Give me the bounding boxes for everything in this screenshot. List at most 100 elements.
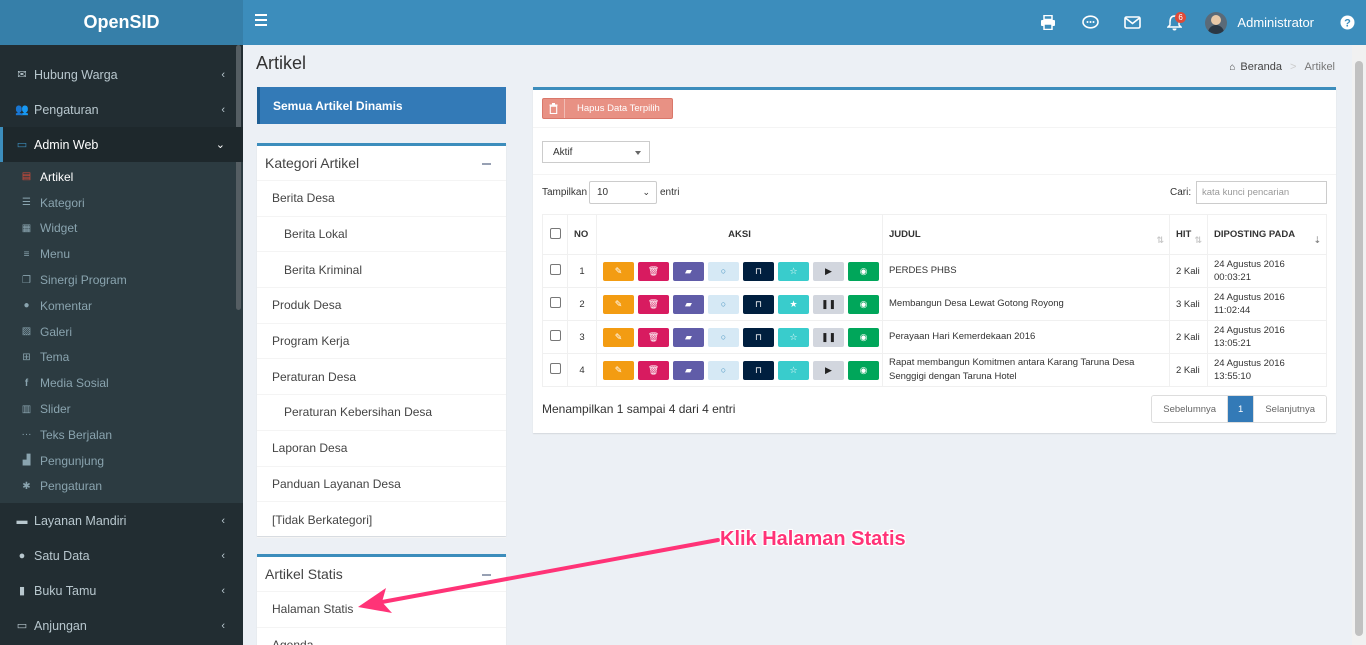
chat-icon[interactable] (1069, 0, 1111, 45)
sidebar-subitem-slider[interactable]: ▥ Slider (0, 396, 243, 422)
toggle-slide-button[interactable]: ▶ (813, 261, 844, 281)
sidebar-toggle-icon[interactable] (255, 14, 267, 26)
sidebar-item-satu-data[interactable]: ● Satu Data ‹ (0, 538, 243, 573)
list-item-kategori[interactable]: Program Kerja (257, 324, 506, 360)
notification-bell[interactable]: 6 (1153, 0, 1195, 45)
status-filter-select[interactable]: Aktif (542, 141, 650, 163)
row-title: Membangun Desa Lewat Gotong Royong (882, 287, 1170, 321)
featured-button[interactable]: ☆ (778, 261, 809, 281)
sidebar-subitem-komentar[interactable]: ● Komentar (0, 293, 243, 319)
list-item-kategori[interactable]: Berita Lokal (257, 217, 506, 253)
sidebar-item-hubung-warga[interactable]: ✉ Hubung Warga ‹ (0, 57, 243, 92)
delete-button[interactable]: 🗑 (638, 261, 669, 281)
sidebar-item-label: Artikel (40, 169, 74, 184)
column-header-hit[interactable]: HIT ⇅ (1169, 214, 1208, 255)
sidebar-item-admin-web[interactable]: ▭ Admin Web ⌄ (0, 127, 243, 162)
sidebar-item-anjungan[interactable]: ▭ Anjungan ‹ (0, 608, 243, 643)
toggle-slide-button[interactable]: ▶ (813, 360, 844, 380)
delete-selected-button[interactable]: Hapus Data Terpilih (542, 98, 673, 119)
sidebar-item-layanan-mandiri[interactable]: ▬ Layanan Mandiri ‹ (0, 503, 243, 538)
list-item-kategori[interactable]: Berita Kriminal (257, 252, 506, 289)
delete-button[interactable]: 🗑 (638, 294, 669, 314)
row-checkbox[interactable] (550, 363, 561, 374)
list-item-kategori[interactable]: Peraturan Desa (257, 359, 506, 396)
delete-button[interactable]: 🗑 (638, 327, 669, 347)
edit-button[interactable]: ✎ (603, 261, 634, 281)
row-checkbox[interactable] (550, 297, 561, 308)
featured-button[interactable]: ☆ (778, 327, 809, 347)
app-logo[interactable]: OpenSID (0, 0, 243, 45)
featured-button[interactable]: ☆ (778, 360, 809, 380)
sidebar-subitem-galeri[interactable]: ▨ Galeri (0, 319, 243, 345)
monitor-icon: ▭ (16, 620, 28, 633)
sidebar-subitem-sinergi-program[interactable]: ❐ Sinergi Program (0, 267, 243, 293)
sidebar-subitem-menu[interactable]: ≡ Menu (0, 241, 243, 267)
list-item-agenda[interactable]: Agenda (257, 628, 506, 645)
list-item-kategori[interactable]: Panduan Layanan Desa (257, 467, 506, 503)
sidebar-subitem-kategori[interactable]: ☰ Kategori (0, 190, 243, 216)
row-checkbox[interactable] (550, 330, 561, 341)
all-dynamic-articles-button[interactable]: Semua Artikel Dinamis (257, 87, 506, 124)
list-item-kategori[interactable]: Peraturan Kebersihan Desa (257, 395, 506, 431)
toggle-slide-button[interactable]: ❚❚ (813, 294, 844, 314)
sidebar-subitem-tema[interactable]: ⊞ Tema (0, 345, 243, 371)
user-menu[interactable]: Administrator (1195, 0, 1328, 45)
view-button[interactable]: ◉ (848, 261, 879, 281)
list-item-kategori[interactable]: Produk Desa (257, 288, 506, 324)
pagination-page-1[interactable]: 1 (1228, 396, 1254, 422)
lock-button[interactable]: ⊓ (743, 294, 774, 314)
edit-button[interactable]: ✎ (603, 327, 634, 347)
comment-button[interactable]: ○ (708, 360, 739, 380)
sidebar-subitem-widget[interactable]: ▦ Widget (0, 216, 243, 242)
collapse-icon[interactable] (482, 163, 491, 165)
sidebar-subitem-artikel[interactable]: ▤ Artikel (0, 164, 243, 190)
select-all-checkbox[interactable] (550, 227, 561, 239)
row-checkbox[interactable] (550, 264, 561, 275)
category-button[interactable]: ▰ (673, 327, 704, 347)
breadcrumb-home[interactable]: Beranda (1240, 61, 1282, 73)
comment-button[interactable]: ○ (708, 261, 739, 281)
users-icon: 👥 (15, 104, 29, 116)
help-icon[interactable]: ? (1328, 0, 1366, 45)
featured-button[interactable]: ★ (778, 294, 809, 314)
sidebar-subitem-teks-berjalan[interactable]: ··· Teks Berjalan (0, 422, 243, 448)
articles-panel: Hapus Data Terpilih Aktif Tampilkan 10 ⌄… (533, 87, 1336, 433)
pagination-previous[interactable]: Sebelumnya (1152, 396, 1229, 422)
sidebar-item-buku-tamu[interactable]: ▮ Buku Tamu ‹ (0, 573, 243, 608)
page-size-select[interactable]: 10 ⌄ (589, 181, 657, 204)
sidebar-item-pengaturan[interactable]: 👥 Pengaturan ‹ (0, 92, 243, 127)
row-title: Rapat membangun Komitmen antara Karang T… (882, 353, 1170, 387)
envelope-icon[interactable] (1111, 0, 1153, 45)
edit-icon: ✎ (614, 298, 623, 309)
toggle-slide-button[interactable]: ❚❚ (813, 327, 844, 347)
category-button[interactable]: ▰ (673, 261, 704, 281)
sidebar-subitem-media-sosial[interactable]: f Media Sosial (0, 370, 243, 396)
view-button[interactable]: ◉ (848, 327, 879, 347)
edit-button[interactable]: ✎ (603, 360, 634, 380)
list-item-kategori[interactable]: Laporan Desa (257, 431, 506, 467)
row-number: 1 (567, 254, 597, 288)
scrollbar-thumb[interactable] (1355, 61, 1363, 636)
comment-button[interactable]: ○ (708, 327, 739, 347)
column-header-diposting-pada[interactable]: DIPOSTING PADA ⇣ (1207, 214, 1327, 255)
edit-button[interactable]: ✎ (603, 294, 634, 314)
comment-button[interactable]: ○ (708, 294, 739, 314)
category-button[interactable]: ▰ (673, 360, 704, 380)
view-button[interactable]: ◉ (848, 294, 879, 314)
eye-icon: ◉ (859, 298, 868, 309)
sidebar-subitem-pengunjung[interactable]: ▟ Pengunjung (0, 448, 243, 474)
sidebar-subitem-pengaturan[interactable]: ✱ Pengaturan (0, 474, 243, 500)
lock-button[interactable]: ⊓ (743, 327, 774, 347)
lock-button[interactable]: ⊓ (743, 261, 774, 281)
search-input[interactable]: kata kunci pencarian (1196, 181, 1327, 204)
column-header-judul[interactable]: JUDUL ⇅ (882, 214, 1170, 255)
category-button[interactable]: ▰ (673, 294, 704, 314)
lock-button[interactable]: ⊓ (743, 360, 774, 380)
column-header-no[interactable]: NO (567, 214, 597, 255)
page-scrollbar[interactable] (1352, 45, 1366, 645)
view-button[interactable]: ◉ (848, 360, 879, 380)
delete-button[interactable]: 🗑 (638, 360, 669, 380)
pagination-next[interactable]: Selanjutnya (1253, 396, 1326, 422)
print-icon[interactable] (1027, 0, 1069, 45)
list-item-kategori[interactable]: Berita Desa (257, 181, 506, 217)
